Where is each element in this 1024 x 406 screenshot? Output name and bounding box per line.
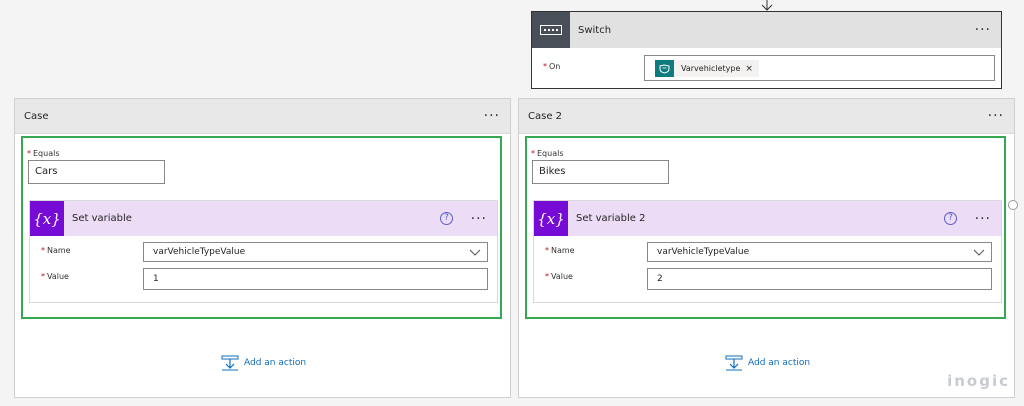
inogic-logo: inogic — [947, 372, 1010, 390]
set-variable-card[interactable]: {x} Set variable ? ··· * Name varVehicleT… — [29, 200, 498, 303]
name-select-value: varVehicleTypeValue — [657, 247, 750, 257]
name-select[interactable]: varVehicleTypeValue — [647, 242, 992, 262]
set-variable-title: Set variable — [72, 213, 132, 224]
name-label-text: Name — [551, 246, 575, 255]
switch-icon — [532, 12, 570, 48]
add-action-button[interactable]: Add an action — [725, 355, 810, 371]
case-title: Case — [24, 110, 49, 122]
case-more-icon[interactable]: ··· — [484, 109, 500, 123]
variable-icon: {x} — [30, 201, 64, 236]
equals-label: * Equals — [531, 149, 564, 158]
required-star: * — [545, 272, 549, 281]
name-label: * Name — [545, 246, 575, 255]
on-label-text: On — [549, 62, 561, 71]
name-label-text: Name — [47, 246, 71, 255]
add-action-button[interactable]: Add an action — [221, 355, 306, 371]
chevron-down-icon[interactable] — [469, 246, 481, 258]
case-card-2[interactable]: Case 2 ··· * Equals Bikes {x} Set variabl… — [518, 98, 1018, 398]
name-label: * Name — [41, 246, 71, 255]
expression-token-icon — [655, 60, 674, 77]
expression-token[interactable]: Varvehicletype × — [655, 60, 759, 77]
value-input[interactable]: 1 — [143, 268, 488, 290]
required-star: * — [531, 149, 535, 158]
required-star: * — [27, 149, 31, 158]
equals-input[interactable]: Bikes — [532, 160, 669, 184]
value-input[interactable]: 2 — [647, 268, 992, 290]
case-header-1[interactable]: Case ··· — [15, 99, 510, 134]
case-title: Case 2 — [528, 110, 563, 122]
set-variable-card[interactable]: {x} Set variable 2 ? ··· * Name varVehicl… — [533, 200, 1002, 303]
case-body-2: * Equals Bikes {x} Set variable 2 ? ··· *… — [525, 136, 1006, 319]
case-card-1[interactable]: Case ··· * Equals Cars {x} Set variable ?… — [14, 98, 511, 398]
equals-label: * Equals — [27, 149, 60, 158]
help-icon[interactable]: ? — [944, 212, 957, 225]
required-star: * — [545, 246, 549, 255]
token-text: Varvehicletype — [681, 64, 741, 73]
set-variable-header[interactable]: {x} Set variable 2 ? ··· — [534, 201, 1001, 236]
case-body-1: * Equals Cars {x} Set variable ? ··· * Nam… — [21, 136, 502, 319]
add-action-label: Add an action — [748, 358, 811, 368]
set-variable-header[interactable]: {x} Set variable ? ··· — [30, 201, 497, 236]
token-remove-icon[interactable]: × — [745, 64, 753, 74]
name-select[interactable]: varVehicleTypeValue — [143, 242, 488, 262]
switch-header[interactable]: Switch ··· — [532, 12, 1001, 48]
value-label: * Value — [545, 272, 573, 281]
action-more-icon[interactable]: ··· — [975, 212, 991, 226]
chevron-down-icon[interactable] — [973, 246, 985, 258]
equals-input[interactable]: Cars — [28, 160, 165, 184]
add-action-label: Add an action — [244, 358, 307, 368]
on-field[interactable]: Varvehicletype × — [644, 55, 995, 81]
switch-card[interactable]: Switch ··· * On Varvehicletype × — [531, 11, 1002, 89]
set-variable-body: * Name varVehicleTypeValue * Value 2 — [534, 236, 1001, 302]
edge-handle[interactable] — [1008, 200, 1018, 210]
equals-label-text: Equals — [537, 149, 564, 158]
add-action-icon — [725, 355, 743, 371]
add-action-icon — [221, 355, 239, 371]
value-label: * Value — [41, 272, 69, 281]
required-star: * — [41, 246, 45, 255]
required-star: * — [41, 272, 45, 281]
switch-body: * On Varvehicletype × — [532, 48, 1001, 88]
action-more-icon[interactable]: ··· — [471, 212, 487, 226]
required-star: * — [543, 62, 547, 71]
variable-icon: {x} — [534, 201, 568, 236]
value-label-text: Value — [47, 272, 69, 281]
switch-title: Switch — [578, 24, 612, 36]
set-variable-body: * Name varVehicleTypeValue * Value 1 — [30, 236, 497, 302]
value-label-text: Value — [551, 272, 573, 281]
equals-label-text: Equals — [33, 149, 60, 158]
case-header-2[interactable]: Case 2 ··· — [519, 99, 1014, 134]
name-select-value: varVehicleTypeValue — [153, 247, 246, 257]
switch-more-icon[interactable]: ··· — [975, 23, 991, 37]
case-more-icon[interactable]: ··· — [988, 109, 1004, 123]
on-label: * On — [543, 62, 560, 71]
help-icon[interactable]: ? — [440, 212, 453, 225]
set-variable-title: Set variable 2 — [576, 213, 646, 224]
